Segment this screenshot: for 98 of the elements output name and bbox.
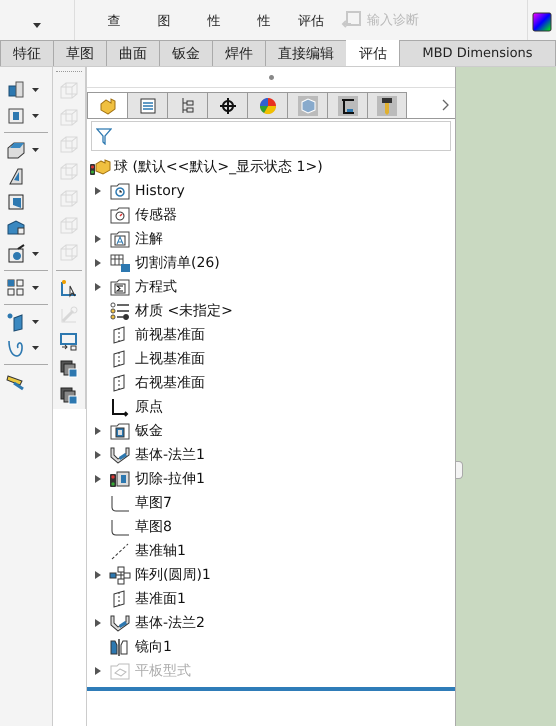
command-tab[interactable]: 草图 (53, 40, 106, 66)
sketch-icon (109, 517, 131, 537)
tree-label[interactable]: 镜向1 (135, 638, 172, 656)
dropdown-caret-icon[interactable] (32, 286, 39, 290)
ribbon-button[interactable]: 评估 (289, 12, 333, 30)
command-tab[interactable]: 曲面 (106, 40, 159, 66)
tree-label[interactable]: 基体-法兰1 (135, 446, 205, 464)
cut-icon (109, 469, 131, 489)
dropdown-caret-icon[interactable] (33, 22, 41, 28)
filter-field[interactable] (91, 121, 451, 151)
expand-arrow-icon[interactable] (95, 619, 101, 627)
axis-icon (109, 541, 131, 561)
ribbon-button[interactable]: 性 (239, 12, 289, 30)
cube-icon (298, 96, 318, 116)
panel-tab[interactable] (207, 92, 247, 118)
fillet-icon[interactable] (6, 140, 26, 160)
expand-arrow-icon[interactable] (95, 259, 101, 267)
curve-icon[interactable] (6, 338, 26, 358)
sketch-icon[interactable] (59, 278, 79, 298)
dropdown-caret-icon[interactable] (32, 148, 39, 152)
flange-icon (109, 613, 131, 633)
expand-arrow-icon[interactable] (95, 187, 101, 195)
panel-tab[interactable] (367, 92, 407, 118)
screen-icon[interactable] (59, 332, 79, 352)
collapse-handle[interactable] (268, 74, 274, 80)
expand-arrow-icon[interactable] (95, 427, 101, 435)
equation-icon (109, 277, 131, 297)
tree-label[interactable]: 上视基准面 (135, 350, 205, 368)
history-icon (109, 181, 131, 201)
expand-arrow-icon[interactable] (95, 235, 101, 243)
expand-arrow-icon[interactable] (95, 571, 101, 579)
annotation-icon (109, 229, 131, 249)
dropdown-caret-icon[interactable] (32, 252, 39, 256)
sensor-icon (109, 205, 131, 225)
tree-label[interactable]: 基体-法兰2 (135, 614, 205, 632)
tree-label[interactable]: 基准面1 (135, 590, 186, 608)
dropdown-caret-icon[interactable] (32, 88, 39, 92)
sketch-icon (109, 493, 131, 513)
tree-label[interactable]: 传感器 (135, 206, 177, 224)
tree-label[interactable]: 阵列(圆周)1 (135, 566, 211, 584)
tree-label[interactable]: 方程式 (135, 278, 177, 296)
tree-label[interactable]: 草图8 (135, 518, 172, 536)
tree-label[interactable]: 前视基准面 (135, 326, 205, 344)
sheetmetal-icon (109, 421, 131, 441)
command-tab[interactable]: 焊件 (212, 40, 265, 66)
panel-tab[interactable] (167, 92, 207, 118)
diagnosis-icon (341, 10, 363, 30)
pattern-icon[interactable] (6, 278, 26, 298)
command-tab[interactable]: 评估 (346, 40, 399, 66)
tree-label[interactable]: 钣金 (135, 422, 163, 440)
color-icon (532, 12, 552, 32)
cut-icon[interactable] (6, 106, 26, 126)
expand-arrow-icon[interactable] (95, 451, 101, 459)
command-tab[interactable]: MBD Dimensions (399, 40, 556, 66)
filter-icon (96, 127, 112, 145)
tree-label[interactable]: 原点 (135, 398, 163, 416)
tree-label[interactable]: 右视基准面 (135, 374, 205, 392)
dropdown-caret-icon[interactable] (32, 346, 39, 350)
flat-icon (109, 661, 131, 681)
expand-arrow-icon[interactable] (95, 283, 101, 291)
part-icon (89, 158, 111, 176)
stack-icon[interactable] (59, 386, 79, 406)
wrap-icon[interactable] (6, 244, 26, 264)
ribbon-button[interactable]: 图 (139, 12, 189, 30)
material-icon (109, 301, 131, 321)
tree-label[interactable]: 球 (默认<<默认>_显示状态 1>) (114, 158, 323, 176)
extrude-icon[interactable] (6, 80, 26, 100)
panel-tab[interactable] (327, 92, 367, 118)
cutlist-icon (109, 253, 131, 273)
cam-icon (338, 96, 358, 116)
tree-label[interactable]: 草图7 (135, 494, 172, 512)
pattern-icon (109, 565, 131, 585)
shell-icon[interactable] (6, 192, 26, 212)
expand-arrow-icon[interactable] (95, 475, 101, 483)
tree-label[interactable]: 材质 <未指定> (135, 302, 233, 320)
panel-tab[interactable] (127, 92, 167, 118)
dropdown-caret-icon[interactable] (32, 320, 39, 324)
target-icon (218, 96, 238, 116)
origin-icon (109, 397, 131, 417)
dropdown-caret-icon[interactable] (32, 114, 39, 118)
tool-icon (377, 96, 397, 116)
color-icon (258, 96, 278, 116)
stack-icon[interactable] (59, 359, 79, 379)
ribbon-button[interactable]: 查 (89, 12, 139, 30)
list-icon (138, 96, 158, 116)
tree-label[interactable]: 切割清单(26) (135, 254, 220, 272)
ribbon-button[interactable]: 性 (189, 12, 239, 30)
command-tab[interactable]: 钣金 (159, 40, 212, 66)
tree-label[interactable]: History (135, 183, 185, 199)
command-tab[interactable]: 直接编辑 (265, 40, 346, 66)
flange-icon (109, 445, 131, 465)
panel-resize-handle[interactable] (456, 461, 463, 479)
tree-label[interactable]: 基准轴1 (135, 542, 186, 560)
tree-label[interactable]: 注解 (135, 230, 163, 248)
tree-label[interactable]: 切除-拉伸1 (135, 470, 205, 488)
scroll-right-icon[interactable] (442, 99, 449, 111)
command-tab[interactable]: 特征 (0, 40, 53, 66)
part-icon (98, 96, 118, 116)
